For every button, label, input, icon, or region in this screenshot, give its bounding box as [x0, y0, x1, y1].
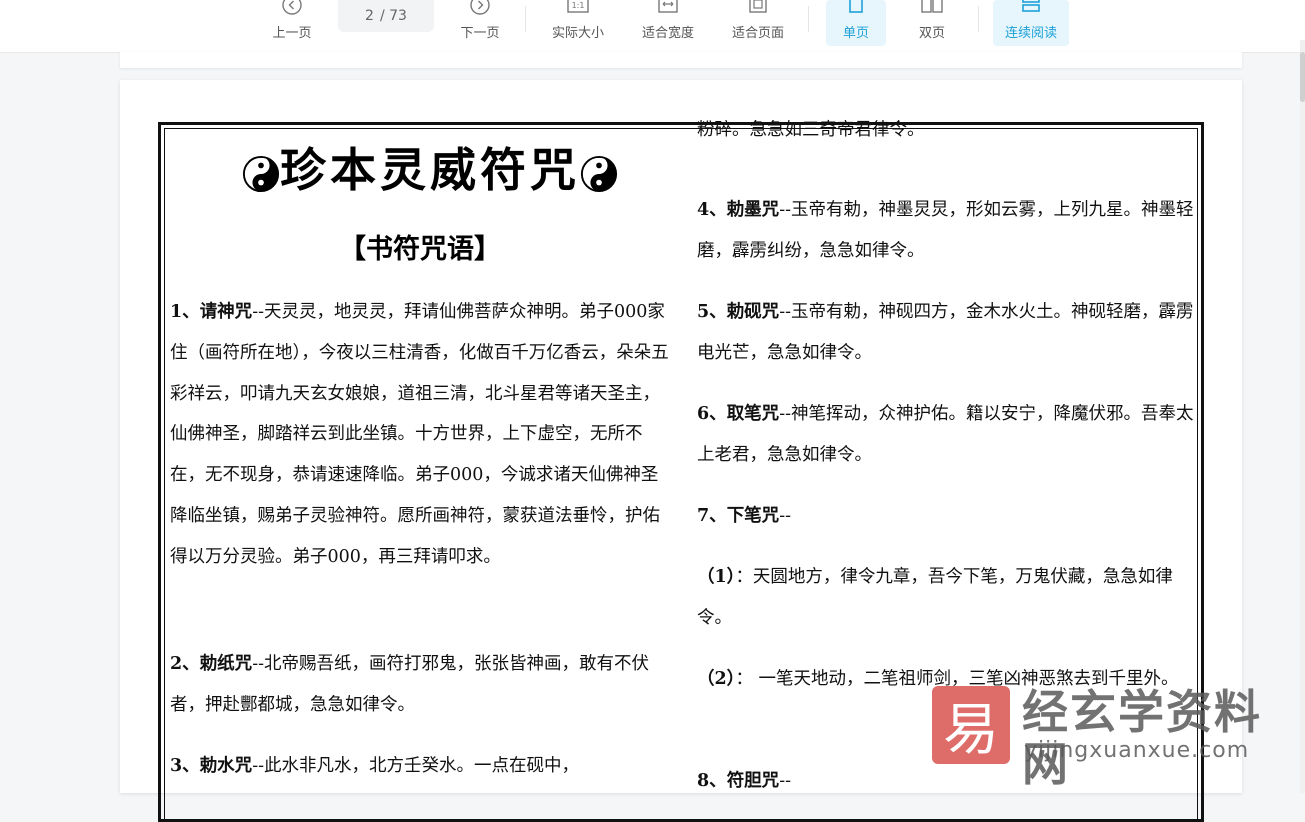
paragraph-number: （2）: [697, 669, 736, 689]
yin-yang-icon: [580, 155, 618, 193]
fit-page-button[interactable]: 适合页面: [724, 0, 792, 46]
paragraph: 7、下笔咒--: [697, 496, 1199, 537]
reader-toolbar: 上一页 2 / 73 下一页 1:1 实际大小 适合宽度 适合页面 单页 双页 …: [0, 0, 1305, 53]
watermark-url: yijingxuanxue.com: [1024, 738, 1250, 763]
svg-text:1:1: 1:1: [572, 1, 585, 10]
paragraph-number: 6、: [697, 404, 727, 424]
incantation-text: --天灵灵，地灵灵，拜请仙佛菩萨众神明。弟子000家住（画符所在地），今夜以三柱…: [170, 302, 669, 567]
toolbar-divider: [525, 6, 526, 32]
continuous-reading-label: 连续阅读: [1004, 26, 1057, 41]
watermark-logo: 易: [932, 686, 1010, 764]
watermark-logo-char: 易: [943, 697, 999, 763]
paragraph: 3、勅水咒--此水非凡水，北方壬癸水。一点在砚中，: [170, 746, 672, 787]
total-pages-value: / 73: [379, 8, 407, 24]
actual-size-label: 实际大小: [551, 26, 604, 41]
vertical-scrollbar[interactable]: [1300, 40, 1305, 793]
incantation-name: 符胆咒: [726, 771, 780, 791]
paragraph-number: 4、: [697, 200, 727, 220]
fit-width-button[interactable]: 适合宽度: [634, 0, 702, 46]
single-page-button[interactable]: 单页: [826, 0, 886, 46]
paragraph-number: 8、: [697, 771, 727, 791]
toolbar-divider: [978, 6, 979, 32]
incantation-name: 取笔咒: [726, 404, 780, 424]
current-page-value: 2: [365, 8, 374, 24]
next-page-button[interactable]: 下一页: [450, 0, 510, 46]
paragraph-number: 3、: [170, 756, 200, 776]
paragraph-number: （1）: [697, 567, 736, 587]
chevron-left-circle-icon: [282, 0, 302, 15]
prev-page-label: 上一页: [272, 26, 312, 41]
paragraph-number: 7、: [697, 506, 727, 526]
incantation-name: 勅水咒: [199, 756, 253, 776]
yin-yang-icon: [242, 155, 280, 193]
single-page-label: 单页: [842, 26, 869, 41]
paragraph: 6、取笔咒--神笔挥动，众神护佑。籍以安宁，降魔伏邪。吾奉太上老君，急急如律令。: [697, 394, 1199, 476]
incantation-name: 勅墨咒: [726, 200, 780, 220]
fit-page-icon: [749, 0, 767, 13]
paragraph: 2、勅纸咒--北帝赐吾纸，画符打邪鬼，张张皆神画，敢有不伏者，押赴酆都城，急急如…: [170, 644, 672, 726]
incantation-text: --此水非凡水，北方壬癸水。一点在砚中，: [252, 756, 580, 776]
chevron-right-circle-icon: [470, 0, 490, 15]
continuous-reading-icon: [1022, 0, 1040, 12]
paragraph-number: 1、: [170, 302, 200, 322]
double-page-label: 双页: [918, 26, 945, 41]
paragraph-number: 2、: [170, 654, 200, 674]
incantation-text: 粉碎。急急如三奇帝君律令。: [697, 120, 925, 140]
section-heading: 【书符咒语】: [339, 234, 501, 265]
prev-page-button[interactable]: 上一页: [262, 0, 322, 46]
actual-size-button[interactable]: 1:1 实际大小: [544, 0, 612, 46]
scrollbar-thumb[interactable]: [1300, 52, 1305, 102]
toolbar-divider: [808, 6, 809, 32]
next-page-label: 下一页: [460, 26, 500, 41]
continuous-reading-button[interactable]: 连续阅读: [993, 0, 1069, 46]
double-page-icon: [921, 0, 943, 13]
paragraph: 粉碎。急急如三奇帝君律令。: [697, 110, 1199, 151]
incantation-text: ：天圆地方，律令九章，吾今下笔，万鬼伏藏，急急如律令。: [697, 567, 1173, 628]
incantation-name: 勅砚咒: [726, 302, 780, 322]
paragraph: 4、勅墨咒--玉帝有勅，神墨炅炅，形如云雾，上列九星。神墨轻磨，霹雳纠纷，急急如…: [697, 190, 1199, 272]
paragraph: （1）：天圆地方，律令九章，吾今下笔，万鬼伏藏，急急如律令。: [697, 557, 1199, 639]
incantation-name: 勅纸咒: [199, 654, 253, 674]
fit-width-icon: [658, 0, 678, 13]
incantation-text: --: [779, 771, 792, 791]
actual-size-icon: 1:1: [567, 0, 589, 13]
paragraph-number: 5、: [697, 302, 727, 322]
incantation-name: 请神咒: [199, 302, 253, 322]
incantation-name: 下笔咒: [726, 506, 780, 526]
paragraph: 1、请神咒--天灵灵，地灵灵，拜请仙佛菩萨众神明。弟子000家住（画符所在地），…: [170, 292, 672, 578]
page-number-input[interactable]: 2 / 73: [338, 0, 434, 32]
paragraph: 5、勅砚咒--玉帝有勅，神砚四方，金木水火土。神砚轻磨，霹雳电光芒，急急如律令。: [697, 292, 1199, 374]
document-title: 珍本灵威符咒: [220, 144, 640, 196]
fit-page-label: 适合页面: [731, 26, 784, 41]
title-text: 珍本灵威符咒: [280, 143, 580, 197]
previous-page-bottom: [120, 52, 1242, 68]
fit-width-label: 适合宽度: [641, 26, 694, 41]
incantation-text: --: [779, 506, 792, 526]
double-page-button[interactable]: 双页: [902, 0, 962, 46]
single-page-icon: [849, 0, 863, 13]
